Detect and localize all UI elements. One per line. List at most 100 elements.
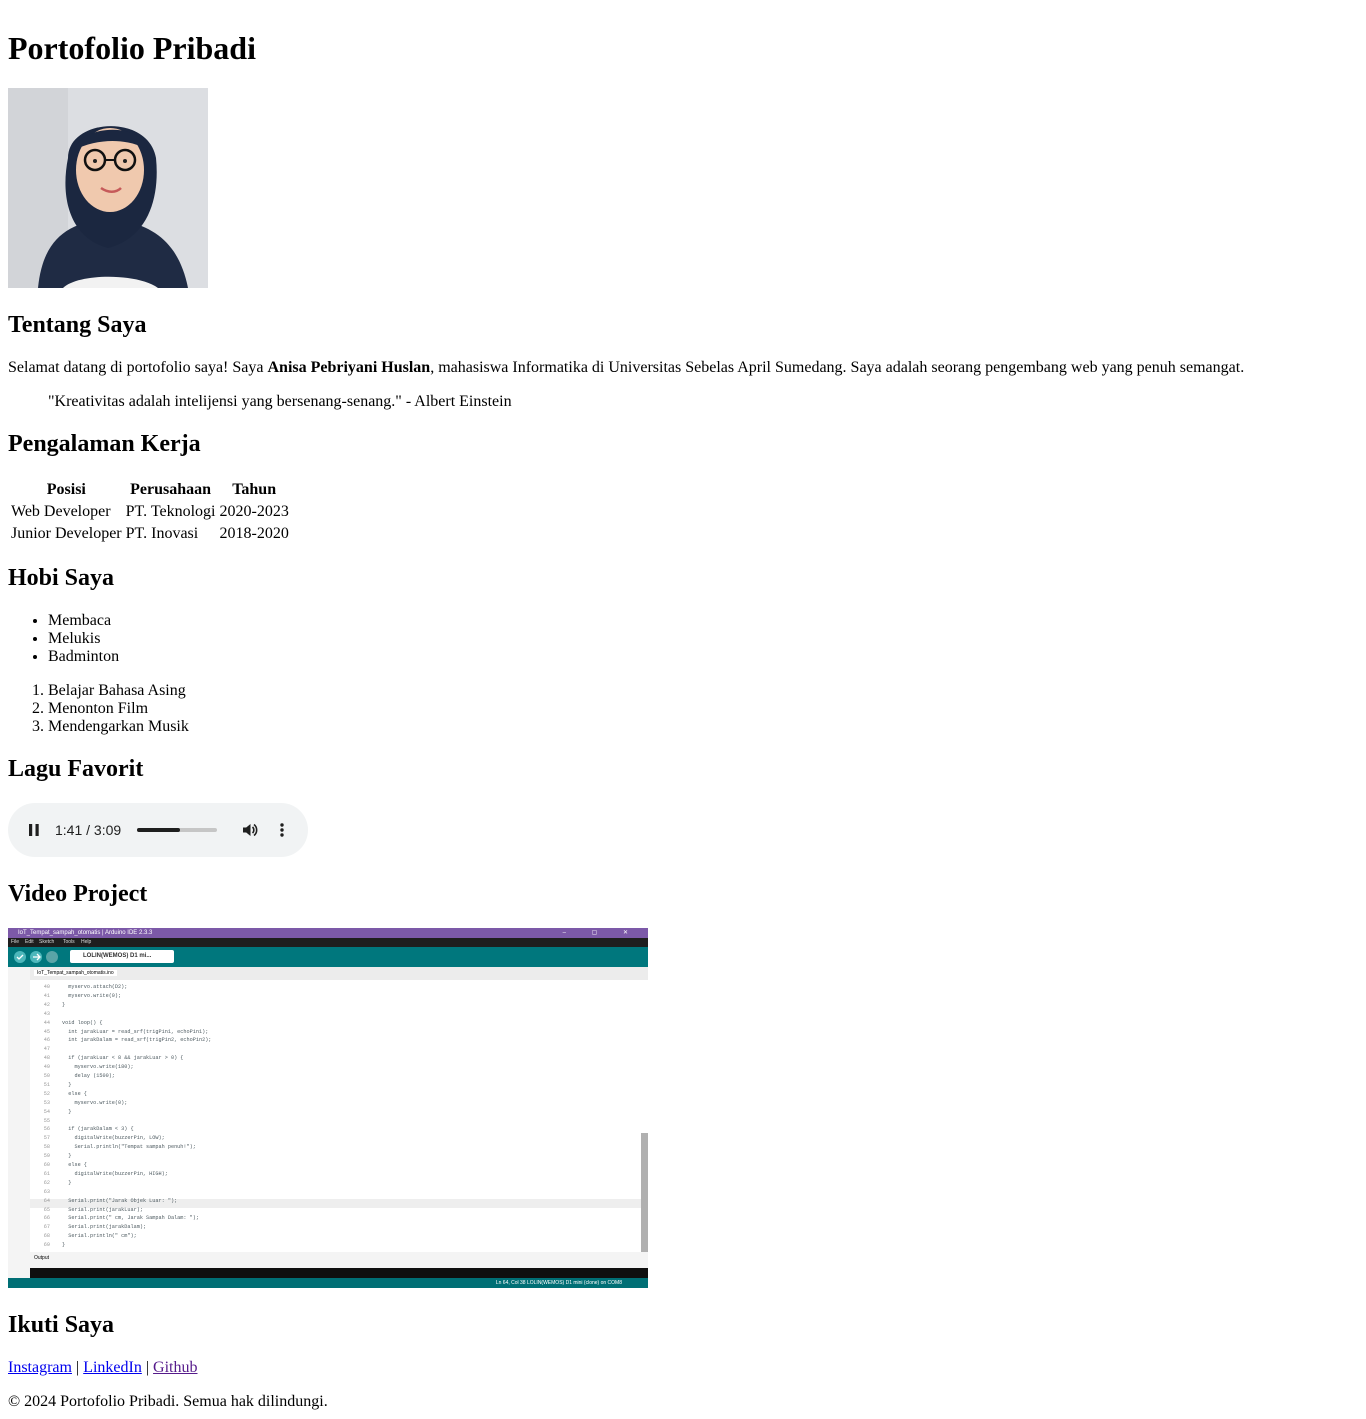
about-intro-prefix: Selamat datang di portofolio saya! Saya [8, 359, 268, 376]
ide-line-number: 60 [43, 1162, 50, 1168]
ide-status-text: Ln 64, Col 38 LOLIN(WEMOS) D1 mini (clon… [495, 1280, 622, 1286]
about-heading: Tentang Saya [8, 312, 147, 338]
ide-code-area: 40 41 42 43 44 45 46 47 48 49 50 51 52 53 54 55 56 57 58 59… [30, 980, 642, 1252]
ide-line-number: 45 [43, 1028, 50, 1035]
ide-line-number: 46 [43, 1037, 50, 1044]
ide-code-line: } [62, 1179, 72, 1186]
social-links: Instagram | LinkedIn | Github [8, 1359, 198, 1377]
experience-table: Posisi Perusahaan Tahun Web Developer PT… [8, 478, 292, 546]
ide-menu-bar: File Edit Sketch Tools Help [8, 938, 648, 947]
ide-code-line: } [62, 1242, 66, 1249]
hobbies-ordered-list: Belajar Bahasa Asing Menonton Film Mende… [8, 682, 189, 736]
list-item: Belajar Bahasa Asing [48, 682, 189, 700]
about-intro: Selamat datang di portofolio saya! Saya … [8, 359, 1358, 377]
ide-line-number: 41 [43, 992, 50, 999]
ide-line-number: 50 [43, 1073, 50, 1079]
ide-code-line: else { [62, 1090, 87, 1097]
table-cell: Junior Developer [11, 525, 122, 542]
ide-line-number: 43 [43, 1010, 50, 1017]
ide-code-line: int jarakDalam = read_srf(trigPin2, echo… [62, 1037, 212, 1044]
ide-code-line: else { [62, 1162, 87, 1168]
ide-line-number: 52 [43, 1090, 50, 1097]
window-controls-icon: – ▢ ✕ [562, 930, 640, 936]
ide-line-number: 47 [43, 1046, 50, 1053]
ide-code-line: digitalWrite(buzzerPin, LOW); [62, 1135, 165, 1142]
ide-scrollbar [641, 1133, 648, 1253]
ide-line-number: 61 [43, 1170, 50, 1177]
link-separator: | [141, 1359, 154, 1376]
audio-player[interactable]: 1:41 / 3:09 [8, 803, 308, 857]
ide-line-number: 54 [43, 1108, 50, 1115]
ide-code-line: myservo.attach(D2); [62, 984, 128, 990]
profile-photo-illustration [8, 88, 208, 288]
audio-seek-slider[interactable] [137, 828, 217, 832]
video-heading: Video Project [8, 881, 148, 907]
ide-code-line: Serial.println(" cm"); [62, 1233, 137, 1240]
video-player[interactable]: IoT_Tempat_sampah_otomatis | Arduino IDE… [8, 928, 648, 1288]
pause-icon[interactable] [24, 820, 44, 840]
ide-line-number: 55 [43, 1117, 50, 1124]
ide-line-number: 56 [43, 1126, 50, 1133]
ide-code-line: } [62, 1153, 72, 1160]
ide-code-line: void loop() { [62, 1019, 103, 1026]
ide-menu-sketch: Sketch [39, 939, 55, 945]
ide-console [30, 1268, 648, 1278]
ide-line-number: 62 [43, 1179, 50, 1186]
table-cell: 2020-2023 [219, 503, 289, 520]
ide-output-panel: Output [30, 1252, 648, 1268]
about-name: Anisa Pebriyani Huslan [267, 359, 431, 376]
audio-time: 1:41 / 3:09 [55, 822, 122, 838]
ide-line-number: 57 [43, 1135, 50, 1142]
ide-line-number: 49 [43, 1064, 50, 1071]
table-cell: Web Developer [11, 503, 111, 520]
ide-line-number: 58 [43, 1144, 50, 1151]
link-separator: | [71, 1359, 84, 1376]
ide-file-tab-label: IoT_Tempat_sampah_otomatis.ino [34, 970, 117, 976]
audio-seek-progress [137, 828, 180, 832]
ide-board-selector: LOLIN(WEMOS) D1 mi... [70, 950, 174, 963]
ide-line-number: 48 [43, 1055, 50, 1062]
ide-line-number: 53 [43, 1099, 50, 1106]
ide-line-number: 68 [43, 1233, 50, 1240]
instagram-link[interactable]: Instagram [8, 1359, 72, 1376]
ide-menu-edit: Edit [25, 939, 34, 945]
table-cell: PT. Inovasi [125, 525, 199, 542]
column-header-company: Perusahaan [130, 481, 212, 498]
ide-code-line: delay (1500); [62, 1073, 115, 1079]
github-link[interactable]: Github [153, 1359, 197, 1376]
page-title: Portofolio Pribadi [8, 30, 256, 66]
table-header-row: Posisi Perusahaan Tahun [10, 480, 290, 500]
ide-toolbar-buttons-icon [14, 951, 58, 963]
ide-code-line: } [62, 1108, 72, 1115]
list-item: Menonton Film [48, 700, 189, 718]
ide-board-name: LOLIN(WEMOS) D1 mi... [83, 953, 152, 959]
ide-line-number: 59 [43, 1153, 50, 1160]
ide-line-number: 64 [43, 1197, 50, 1204]
about-intro-suffix: , mahasiswa Informatika di Universitas S… [430, 359, 1245, 376]
hobbies-heading: Hobi Saya [8, 565, 115, 591]
ide-code-line: Serial.println("Tempat sampah penuh!"); [62, 1144, 196, 1151]
ide-menu-help: Help [81, 939, 92, 945]
table-row: Web Developer PT. Teknologi 2020-2023 [10, 502, 290, 522]
ide-file-tab: IoT_Tempat_sampah_otomatis.ino [30, 967, 648, 980]
ide-line-number: 42 [43, 1001, 50, 1008]
linkedin-link[interactable]: LinkedIn [83, 1359, 142, 1376]
ide-line-number: 66 [43, 1215, 50, 1222]
list-item: Mendengarkan Musik [48, 718, 189, 736]
about-quote: "Kreativitas adalah intelijensi yang ber… [48, 393, 512, 410]
ide-code-line: } [62, 1081, 72, 1088]
list-item: Melukis [48, 630, 119, 648]
ide-line-number: 40 [43, 984, 50, 990]
ide-menu-file: File [11, 939, 20, 945]
ide-line-number: 51 [43, 1081, 50, 1088]
ide-code-line: myservo.write(0); [62, 992, 122, 999]
ide-title-bar: IoT_Tempat_sampah_otomatis | Arduino IDE… [8, 928, 648, 938]
more-vert-icon[interactable] [272, 820, 292, 840]
volume-icon[interactable] [240, 820, 260, 840]
ide-code-line: int jarakLuar = read_srf(trigPin1, echoP… [62, 1028, 209, 1035]
ide-code-line: if (jarakDalam < 3) { [62, 1126, 134, 1133]
ide-window-title: IoT_Tempat_sampah_otomatis | Arduino IDE… [18, 930, 153, 936]
ide-code-line: myservo.write(0); [62, 1099, 128, 1106]
ide-line-number: 65 [43, 1206, 50, 1213]
ide-code-line: if (jarakLuar < 8 && jarakLuar > 0) { [62, 1055, 184, 1062]
